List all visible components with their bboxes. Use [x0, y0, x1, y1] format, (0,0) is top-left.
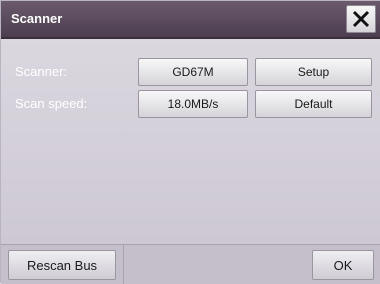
scanner-select-button[interactable]: GD67M: [138, 58, 248, 86]
scan-speed-label: Scan speed:: [15, 96, 88, 111]
scan-speed-button[interactable]: 18.0MB/s: [138, 90, 248, 118]
title-bar: Scanner: [1, 1, 380, 39]
close-icon: [352, 10, 370, 28]
scanner-label: Scanner:: [15, 64, 68, 79]
scanner-dialog: Scanner Scanner: GD67M Setup Scan speed:…: [0, 0, 380, 284]
settings-panel: Scanner: GD67M Setup Scan speed: 18.0MB/…: [1, 39, 380, 244]
footer-divider: [123, 245, 124, 284]
footer-bar: Rescan Bus OK: [1, 244, 380, 284]
ok-button[interactable]: OK: [312, 250, 374, 280]
close-button[interactable]: [346, 5, 376, 33]
setup-button[interactable]: Setup: [255, 58, 372, 86]
rescan-bus-button[interactable]: Rescan Bus: [8, 250, 116, 280]
window-title: Scanner: [11, 11, 63, 26]
default-button[interactable]: Default: [255, 90, 372, 118]
